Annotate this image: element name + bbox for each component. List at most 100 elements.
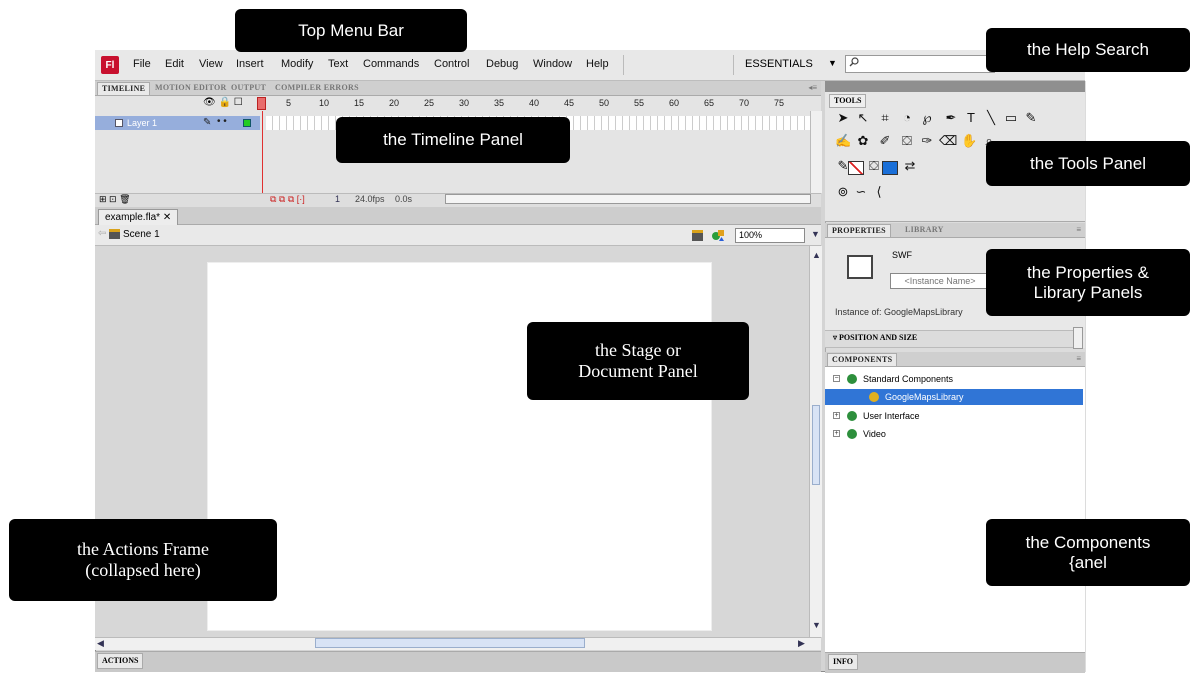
menu-modify[interactable]: Modify [281, 58, 313, 70]
menu-edit[interactable]: Edit [165, 58, 184, 70]
collapse-icon[interactable]: − [833, 375, 840, 382]
document-tab-bar: example.fla* ✕ [95, 207, 821, 225]
smooth-icon[interactable]: ∽ [853, 184, 869, 200]
menu-window[interactable]: Window [533, 58, 572, 70]
document-tab[interactable]: example.fla* ✕ [98, 209, 179, 225]
layer-outline-color-icon[interactable] [243, 119, 251, 127]
tab-components[interactable]: COMPONENTS [827, 353, 898, 366]
menu-separator [733, 55, 734, 75]
frame-ruler[interactable]: 1 5 10 15 20 25 30 35 40 45 50 55 60 65 … [261, 98, 817, 112]
rectangle-tool-icon[interactable]: ▭ [1003, 110, 1019, 126]
lasso-tool-icon[interactable]: ℘ [919, 110, 935, 126]
frame-number: 50 [599, 98, 610, 108]
pen-tool-icon[interactable]: ✒ [943, 110, 959, 126]
layer-state-dots[interactable]: • • [217, 116, 227, 127]
selection-tool-icon[interactable]: ➤ [835, 110, 851, 126]
timeline-horizontal-scrollbar[interactable] [445, 194, 811, 204]
close-icon[interactable]: ✕ [163, 212, 171, 223]
bone-tool-icon[interactable]: ✐ [877, 133, 893, 149]
panel-menu-icon[interactable]: ≡ [1076, 354, 1081, 363]
timeline-vertical-scrollbar[interactable] [810, 111, 822, 193]
tab-output[interactable]: OUTPUT [227, 82, 270, 94]
tree-item-standard-components[interactable]: − Standard Components [825, 371, 1085, 387]
tab-tools[interactable]: TOOLS [829, 94, 867, 108]
stage[interactable] [207, 262, 712, 631]
component-icon [869, 392, 879, 402]
scene-label[interactable]: Scene 1 [123, 229, 160, 240]
frame-number: 70 [739, 98, 750, 108]
frame-rate-display[interactable]: 24.0fps [355, 194, 385, 204]
workspace-switcher[interactable]: ESSENTIALS [745, 58, 813, 70]
menu-control[interactable]: Control [434, 58, 469, 70]
hand-tool-icon[interactable]: ✋ [961, 133, 977, 149]
tree-item-video[interactable]: + Video [825, 426, 1085, 442]
scroll-right-icon[interactable]: ▶ [798, 638, 805, 649]
tree-item-googlemapslibrary[interactable]: GoogleMapsLibrary [825, 389, 1083, 405]
menu-file[interactable]: File [133, 58, 151, 70]
straighten-icon[interactable]: ⟨ [871, 184, 887, 200]
tab-library[interactable]: LIBRARY [901, 224, 948, 236]
scroll-down-icon[interactable]: ▼ [812, 620, 821, 630]
back-arrow-icon[interactable]: ⇦ [98, 228, 106, 239]
subselection-tool-icon[interactable]: ↖ [855, 110, 871, 126]
eyedropper-tool-icon[interactable]: ✑ [919, 133, 935, 149]
layer-name[interactable]: Layer 1 [127, 118, 157, 128]
chevron-down-icon[interactable]: ▼ [828, 58, 837, 68]
tab-info[interactable]: INFO [828, 654, 858, 670]
scroll-up-icon[interactable]: ▲ [812, 250, 821, 260]
edit-scene-icon[interactable] [691, 228, 705, 242]
menu-help[interactable]: Help [586, 58, 609, 70]
instance-name-field[interactable] [890, 273, 990, 289]
panel-menu-icon[interactable]: ◂≡ [808, 83, 817, 92]
paint-bucket-tool-icon[interactable]: ⛋ [899, 133, 915, 149]
tab-actions[interactable]: ACTIONS [97, 653, 144, 669]
panel-menu-icon[interactable]: ≡ [1076, 225, 1081, 234]
tab-motion-editor[interactable]: MOTION EDITOR [151, 82, 231, 94]
callout-tools-panel: the Tools Panel [986, 141, 1190, 186]
snap-to-objects-icon[interactable]: ⊚ [835, 184, 851, 200]
frame-number: 25 [424, 98, 435, 108]
swap-colors-icon[interactable]: ⇄ [902, 158, 918, 174]
menu-separator [623, 55, 624, 75]
expand-icon[interactable]: + [833, 412, 840, 419]
menu-view[interactable]: View [199, 58, 223, 70]
info-panel-collapsed[interactable] [825, 652, 1085, 673]
chevron-down-icon[interactable]: ▼ [811, 229, 820, 239]
expand-icon[interactable]: + [833, 430, 840, 437]
help-search-input[interactable] [845, 55, 995, 73]
edit-symbols-icon[interactable] [711, 228, 725, 242]
menu-commands[interactable]: Commands [363, 58, 419, 70]
tree-item-user-interface[interactable]: + User Interface [825, 408, 1085, 424]
component-folder-icon [847, 411, 857, 421]
fill-color-swatch[interactable] [882, 161, 898, 175]
tab-timeline[interactable]: TIMELINE [97, 82, 151, 95]
pencil-tool-icon[interactable]: ✎ [1023, 110, 1039, 126]
tab-properties[interactable]: PROPERTIES [827, 224, 891, 237]
components-tabstrip: COMPONENTS ≡ [825, 352, 1085, 367]
onion-skin-icons[interactable]: ⧉ ⧉ ⧉ [·] [270, 194, 305, 205]
stroke-color-swatch[interactable] [848, 161, 864, 175]
menu-debug[interactable]: Debug [486, 58, 518, 70]
stage-horizontal-thumb[interactable] [315, 638, 585, 648]
swf-symbol-icon [847, 255, 873, 279]
line-tool-icon[interactable]: ╲ [983, 110, 999, 126]
frame-number: 20 [389, 98, 400, 108]
menu-text[interactable]: Text [328, 58, 348, 70]
brush-tool-icon[interactable]: ✍ [835, 133, 851, 149]
properties-scrollbar[interactable] [1073, 327, 1083, 349]
menu-insert[interactable]: Insert [236, 58, 264, 70]
actions-panel-collapsed[interactable] [95, 651, 821, 672]
layer-visibility-lock-outline-icons[interactable]: 👁 🔒 ☐ [203, 97, 243, 108]
deco-tool-icon[interactable]: ✿ [855, 133, 871, 149]
tab-compiler-errors[interactable]: COMPILER ERRORS [271, 82, 363, 94]
zoom-select[interactable]: 100% [735, 228, 805, 243]
playhead-handle[interactable] [257, 97, 266, 110]
3d-rotation-tool-icon[interactable]: ◔ [899, 110, 915, 126]
text-tool-icon[interactable]: T [963, 110, 979, 126]
scroll-left-icon[interactable]: ◀ [97, 638, 104, 649]
stage-vertical-thumb[interactable] [812, 405, 820, 485]
new-layer-icon[interactable]: ⊞ ⊡ 🗑 [99, 194, 131, 205]
free-transform-tool-icon[interactable]: ⌗ [877, 110, 893, 126]
eraser-tool-icon[interactable]: ⌫ [939, 133, 957, 149]
frame-number: 60 [669, 98, 680, 108]
